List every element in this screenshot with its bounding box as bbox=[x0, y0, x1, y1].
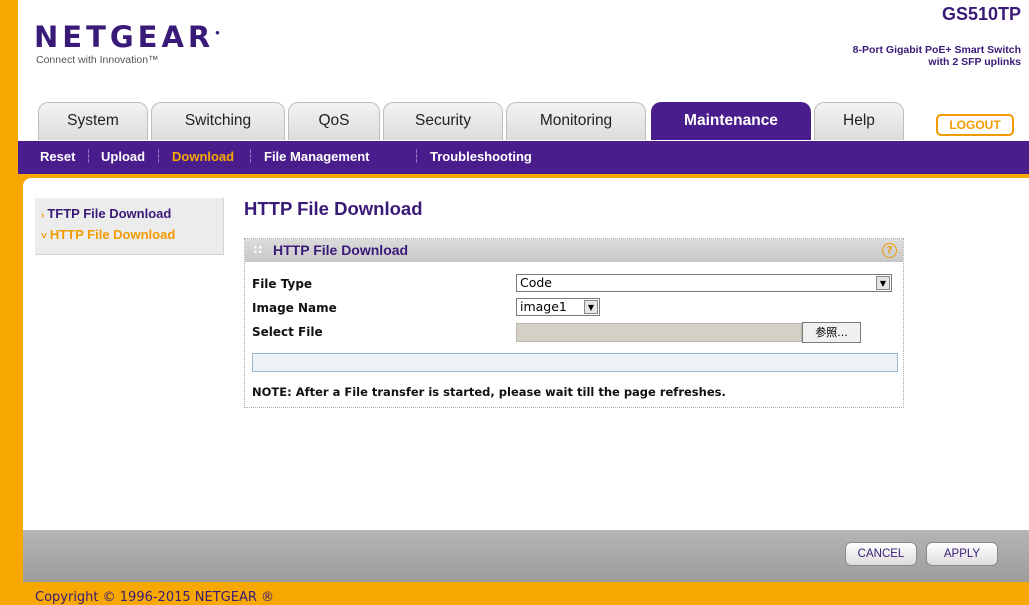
leftnav-tftp-file-download[interactable]: › TFTP File Download bbox=[41, 206, 171, 221]
subnav-separator: ┆ bbox=[155, 149, 163, 163]
header: NETGEAR• Connect with Innovation™ GS510T… bbox=[18, 0, 1029, 100]
main-content: › TFTP File Download ˅ HTTP File Download … bbox=[23, 178, 1029, 530]
sub-navigation: Reset ┆ Upload ┆ Download ┆ File Managem… bbox=[18, 141, 1029, 174]
transfer-progress-bar bbox=[252, 353, 898, 372]
footer-action-bar: CANCEL APPLY bbox=[23, 530, 1029, 582]
dropdown-arrow-icon: ▼ bbox=[584, 300, 598, 314]
model-name: GS510TP bbox=[941, 4, 1021, 24]
file-type-value: Code bbox=[520, 275, 553, 290]
tab-switching[interactable]: Switching bbox=[151, 102, 285, 140]
file-path-input[interactable] bbox=[516, 323, 802, 342]
subnav-download[interactable]: Download bbox=[172, 149, 234, 164]
image-name-select[interactable]: image1 ▼ bbox=[516, 298, 600, 316]
file-type-select[interactable]: Code ▼ bbox=[516, 274, 892, 292]
grip-icon: :: bbox=[253, 242, 263, 256]
netgear-logo: NETGEAR• bbox=[34, 20, 221, 54]
logout-button[interactable]: LOGOUT bbox=[936, 114, 1014, 136]
model-desc-line1: 8-Port Gigabit PoE+ Smart Switch bbox=[852, 44, 1021, 56]
subnav-troubleshooting[interactable]: Troubleshooting bbox=[430, 149, 532, 164]
image-name-value: image1 bbox=[520, 299, 567, 314]
tagline: Connect with Innovation™ bbox=[36, 54, 159, 66]
apply-button[interactable]: APPLY bbox=[926, 542, 998, 566]
help-icon[interactable]: ? bbox=[882, 243, 897, 258]
tab-qos[interactable]: QoS bbox=[288, 102, 380, 140]
dropdown-arrow-icon: ▼ bbox=[876, 276, 890, 290]
model-description: 8-Port Gigabit PoE+ Smart Switch with 2 … bbox=[741, 44, 1021, 68]
chevron-right-icon: › bbox=[41, 210, 45, 221]
subnav-separator: ┆ bbox=[85, 149, 93, 163]
tab-maintenance[interactable]: Maintenance bbox=[651, 102, 811, 140]
chevron-down-icon: ˅ bbox=[41, 231, 47, 242]
subnav-file-management[interactable]: File Management bbox=[264, 149, 369, 164]
panel-title: HTTP File Download bbox=[273, 242, 409, 258]
panel-header: :: HTTP File Download ? bbox=[245, 239, 903, 262]
page-title: HTTP File Download bbox=[244, 198, 423, 219]
file-type-label: File Type bbox=[252, 277, 313, 291]
subnav-separator: ┆ bbox=[247, 149, 255, 163]
left-navigation: › TFTP File Download ˅ HTTP File Download bbox=[35, 198, 224, 255]
tab-security[interactable]: Security bbox=[383, 102, 503, 140]
model-desc-line2: with 2 SFP uplinks bbox=[928, 56, 1021, 68]
subnav-upload[interactable]: Upload bbox=[101, 149, 145, 164]
cancel-button[interactable]: CANCEL bbox=[845, 542, 917, 566]
copyright-text: Copyright © 1996-2015 NETGEAR ® bbox=[35, 590, 275, 605]
tab-monitoring[interactable]: Monitoring bbox=[506, 102, 646, 140]
tab-help[interactable]: Help bbox=[814, 102, 904, 140]
image-name-label: Image Name bbox=[252, 301, 337, 315]
tab-system[interactable]: System bbox=[38, 102, 148, 140]
leftnav-tftp-label: TFTP File Download bbox=[47, 206, 172, 221]
leftnav-http-file-download[interactable]: ˅ HTTP File Download bbox=[41, 227, 175, 242]
subnav-reset[interactable]: Reset bbox=[40, 149, 75, 164]
select-file-label: Select File bbox=[252, 325, 323, 339]
transfer-note: NOTE: After a File transfer is started, … bbox=[252, 385, 726, 399]
leftnav-http-label: HTTP File Download bbox=[49, 227, 176, 242]
browse-button[interactable]: 参照... bbox=[802, 322, 861, 343]
subnav-separator: ┆ bbox=[413, 149, 421, 163]
http-download-panel: :: HTTP File Download ? File Type Code ▼… bbox=[244, 238, 904, 408]
main-tabbar: System Switching QoS Security Monitoring… bbox=[18, 100, 1029, 141]
